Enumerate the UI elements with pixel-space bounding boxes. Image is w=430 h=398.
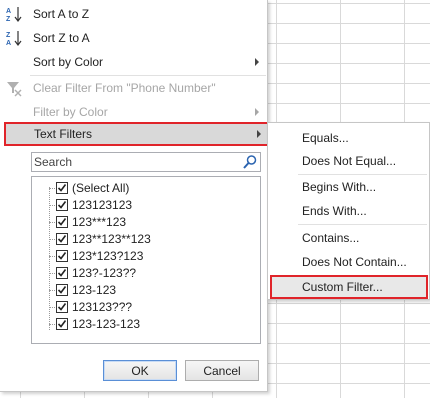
clear-filter-icon — [5, 79, 23, 97]
clear-filter-label: Clear Filter From "Phone Number" — [33, 81, 216, 95]
list-item[interactable]: (Select All) — [49, 179, 129, 197]
filter-by-color-label: Filter by Color — [33, 105, 108, 119]
menu-separator — [298, 174, 427, 175]
begins-with-label: Begins With... — [302, 180, 377, 194]
autofilter-menu: A Z Sort A to Z Z A Sort Z to A Sort by … — [0, 0, 270, 392]
checkbox[interactable] — [56, 267, 68, 279]
does-not-equal-item[interactable]: Does Not Equal... — [268, 150, 429, 172]
tree-connector — [49, 306, 55, 308]
sort-ascending-icon: A Z — [5, 5, 23, 23]
search-input[interactable] — [34, 154, 234, 170]
svg-text:Z: Z — [6, 32, 11, 39]
svg-text:A: A — [6, 8, 11, 15]
checkbox[interactable] — [56, 233, 68, 245]
list-item[interactable]: 123**123**123 — [49, 230, 151, 248]
ends-with-label: Ends With... — [302, 204, 367, 218]
equals-item[interactable]: Equals... — [268, 127, 429, 149]
checkbox[interactable] — [56, 301, 68, 313]
search-icon[interactable] — [242, 154, 258, 170]
text-filters-item[interactable]: Text Filters — [4, 122, 270, 146]
does-not-contain-item[interactable]: Does Not Contain... — [268, 251, 429, 273]
list-item[interactable]: 123-123-123 — [49, 315, 140, 333]
tree-connector — [49, 255, 55, 257]
sort-by-color-item[interactable]: Sort by Color — [0, 50, 267, 74]
does-not-contain-label: Does Not Contain... — [302, 255, 407, 269]
equals-label: Equals... — [302, 131, 349, 145]
list-item[interactable]: 123*123?123 — [49, 247, 143, 265]
list-item-label: 123-123 — [72, 283, 117, 297]
sort-z-to-a-label: Sort Z to A — [33, 31, 90, 45]
checkbox[interactable] — [56, 182, 68, 194]
begins-with-item[interactable]: Begins With... — [268, 176, 429, 198]
cancel-button[interactable]: Cancel — [185, 360, 259, 381]
checkbox[interactable] — [56, 284, 68, 296]
svg-text:A: A — [6, 40, 11, 47]
custom-filter-label: Custom Filter... — [302, 280, 383, 294]
submenu-arrow-icon — [255, 58, 259, 66]
list-item-label: 123-123-123 — [72, 317, 141, 331]
ends-with-item[interactable]: Ends With... — [268, 200, 429, 222]
checkbox[interactable] — [56, 199, 68, 211]
sort-z-to-a-item[interactable]: Z A Sort Z to A — [0, 26, 267, 50]
list-item-label: 123**123**123 — [72, 232, 151, 246]
tree-connector — [49, 187, 55, 189]
list-item-label: 123***123 — [72, 215, 127, 229]
custom-filter-item[interactable]: Custom Filter... — [270, 275, 428, 299]
menu-separator — [298, 224, 427, 225]
ok-button[interactable]: OK — [103, 360, 177, 381]
list-item-label: 123?-123?? — [72, 266, 137, 280]
contains-item[interactable]: Contains... — [268, 227, 429, 249]
contains-label: Contains... — [302, 231, 360, 245]
list-item[interactable]: 123123??? — [49, 298, 132, 316]
checkbox[interactable] — [56, 250, 68, 262]
tree-connector — [49, 289, 55, 291]
search-box[interactable] — [31, 152, 261, 172]
checkbox[interactable] — [56, 318, 68, 330]
submenu-arrow-icon — [255, 108, 259, 116]
does-not-equal-label: Does Not Equal... — [302, 154, 397, 168]
tree-connector — [49, 221, 55, 223]
sort-a-to-z-item[interactable]: A Z Sort A to Z — [0, 2, 267, 26]
text-filters-label: Text Filters — [34, 127, 93, 141]
list-item[interactable]: 123***123 — [49, 213, 126, 231]
tree-connector — [49, 323, 55, 325]
sort-by-color-label: Sort by Color — [33, 55, 104, 69]
checkbox[interactable] — [56, 216, 68, 228]
list-item-label: 123*123?123 — [72, 249, 144, 263]
tree-connector — [49, 204, 55, 206]
sort-descending-icon: Z A — [5, 29, 23, 47]
list-item-label: (Select All) — [72, 181, 130, 195]
list-item-label: 123123123 — [72, 198, 133, 212]
list-item[interactable]: 123?-123?? — [49, 264, 136, 282]
list-item[interactable]: 123123123 — [49, 196, 132, 214]
filter-value-list[interactable]: (Select All) 123123123 123***123 123**123**… — [31, 176, 261, 344]
sort-a-to-z-label: Sort A to Z — [33, 7, 90, 21]
tree-connector — [49, 238, 55, 240]
submenu-arrow-icon — [257, 130, 261, 138]
tree-connector — [49, 272, 55, 274]
clear-filter-item: Clear Filter From "Phone Number" — [0, 76, 267, 100]
list-item-label: 123123??? — [72, 300, 133, 314]
text-filters-submenu: Equals... Does Not Equal... Begins With.… — [267, 122, 430, 300]
list-item[interactable]: 123-123 — [49, 281, 116, 299]
svg-text:Z: Z — [6, 16, 11, 23]
filter-by-color-item: Filter by Color — [0, 100, 267, 124]
